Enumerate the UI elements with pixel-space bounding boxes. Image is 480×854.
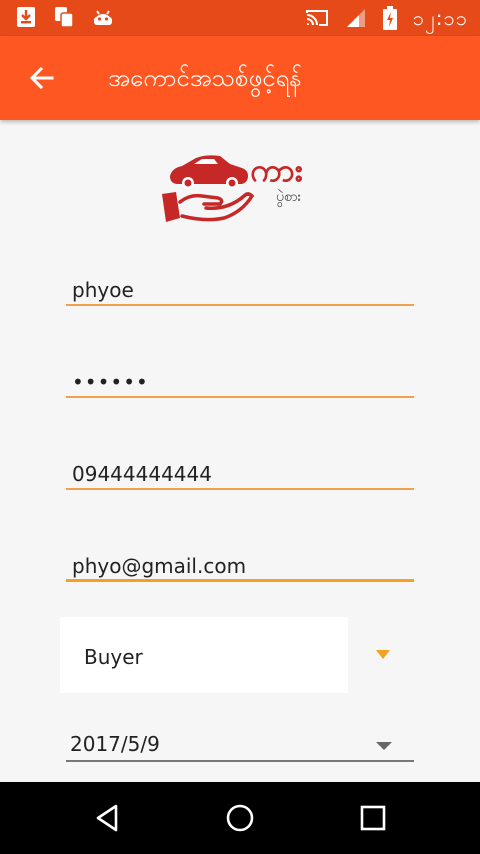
date-underline xyxy=(66,760,414,762)
email-field[interactable]: phyo@gmail.com xyxy=(66,544,414,582)
android-icon xyxy=(94,10,112,25)
status-bar: ၁၂:၁၁ xyxy=(0,0,480,36)
back-triangle-icon xyxy=(96,804,118,832)
status-bar-right: ၁၂:၁၁ xyxy=(305,6,468,30)
battery-charging-icon xyxy=(382,6,397,30)
phone-field[interactable]: 09444444444 xyxy=(66,452,414,490)
back-button[interactable] xyxy=(26,62,58,94)
nav-home-button[interactable] xyxy=(224,802,256,834)
arrow-back-icon xyxy=(29,66,54,90)
dropdown-arrow-icon[interactable] xyxy=(376,650,390,659)
password-value: •••••• xyxy=(72,370,149,394)
phone-underline xyxy=(66,488,414,490)
recents-square-icon xyxy=(360,805,386,831)
date-dropdown-arrow-icon xyxy=(376,742,392,750)
status-bar-left xyxy=(16,6,114,28)
system-nav-bar xyxy=(0,782,480,854)
password-field[interactable]: •••••• xyxy=(66,360,414,398)
page-title: အကောင်အသစ်ဖွင့်ရန် xyxy=(108,64,302,92)
password-underline xyxy=(66,396,414,398)
signal-icon xyxy=(346,9,365,27)
date-picker-field[interactable]: 2017/5/9 xyxy=(66,726,414,762)
username-value: phyoe xyxy=(72,278,134,302)
nav-recents-button[interactable] xyxy=(357,802,389,834)
cast-icon xyxy=(305,10,328,26)
app-logo: ကား ပွဲစား xyxy=(158,150,324,228)
logo-text-main: ကား xyxy=(250,151,303,189)
logo-text-sub: ပွဲစား xyxy=(276,189,302,205)
nav-back-button[interactable] xyxy=(92,802,124,834)
sim-icon xyxy=(55,7,74,28)
app-bar: အကောင်အသစ်ဖွင့်ရန် xyxy=(0,36,480,120)
date-value: 2017/5/9 xyxy=(70,732,160,756)
email-underline xyxy=(66,579,414,582)
phone-value: 09444444444 xyxy=(72,462,212,486)
download-icon xyxy=(17,7,35,27)
role-spinner[interactable]: Buyer xyxy=(60,617,348,693)
status-time: ၁၂:၁၁ xyxy=(412,6,468,30)
username-underline xyxy=(66,304,414,306)
email-value: phyo@gmail.com xyxy=(72,554,247,578)
username-field[interactable]: phyoe xyxy=(66,268,414,306)
home-circle-icon xyxy=(226,804,254,832)
role-value: Buyer xyxy=(84,645,143,669)
